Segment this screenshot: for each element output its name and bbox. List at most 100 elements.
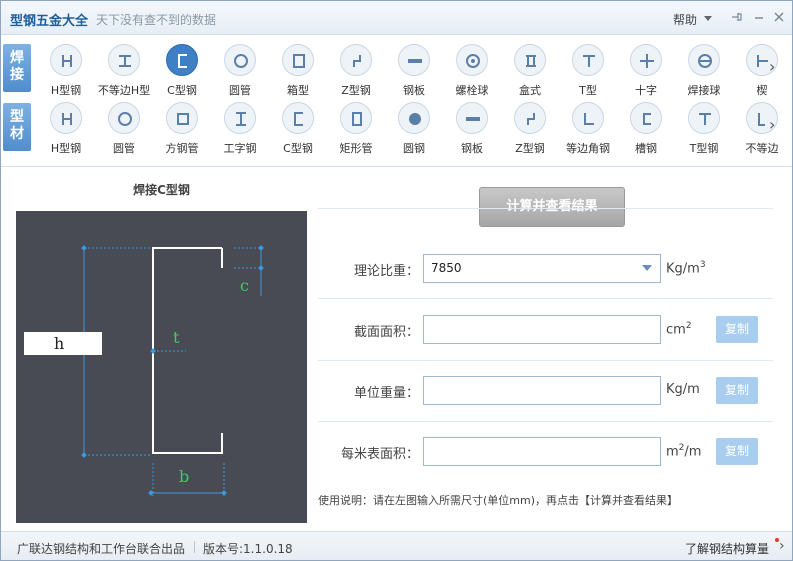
tool-equal-angle[interactable]: 等边角钢 [559,102,617,158]
profile-category-tab[interactable]: 型 材 [3,103,31,151]
tool-unequal-h[interactable]: 不等边H型 [95,44,153,100]
profile-scroll-right-icon[interactable]: › [769,115,781,134]
i-beam-icon [224,102,256,134]
tool-h-beam[interactable]: H型钢 [37,102,95,158]
close-icon[interactable] [772,11,786,25]
box-type-icon [514,44,546,76]
surface-area-field[interactable] [423,437,661,466]
tool-z-section[interactable]: Z型钢 [501,102,559,158]
tool-square-tube[interactable]: 方钢管 [153,102,211,158]
divider [318,298,773,299]
tool-cross-section[interactable]: 十字 [617,44,675,100]
box-section-icon [282,44,314,76]
square-tube-icon [166,102,198,134]
app-slogan: 天下没有查不到的数据 [96,13,217,27]
tool-steel-plate[interactable]: 钢板 [385,44,443,100]
chevron-down-icon[interactable] [704,16,712,21]
tool-label: 不等边 [745,142,779,155]
chevron-down-icon[interactable] [642,265,652,271]
calculate-button[interactable]: 计算并查看结果 [479,187,625,227]
tool-box-type[interactable]: 盒式 [501,44,559,100]
round-tube-icon [108,102,140,134]
section-toolbar: 焊 接 型 材 H型钢 不等边H型 C型钢 圆管 箱型 Z型钢 钢板 螺栓球 盒式 T型 十字 焊接球… [1,36,792,167]
tool-z-section[interactable]: Z型钢 [327,44,385,100]
welded-tag-char-2: 接 [10,67,24,83]
z-section-icon [514,102,546,134]
app-window: 型钢五金大全 天下没有查不到的数据 帮助 焊 接 型 材 H型钢 不等边H型 C型钢… [0,0,793,561]
tool-round-tube[interactable]: 圆管 [95,102,153,158]
divider [318,208,773,209]
version-text: 版本号:1.1.0.18 [203,542,293,556]
pin-icon[interactable] [730,11,744,25]
steel-plate-icon [398,44,430,76]
tool-unequal-angle[interactable]: 不等边 [733,102,791,158]
copy-surface-button[interactable]: 复制 [716,438,758,465]
tool-bolt-ball[interactable]: 螺栓球 [443,44,501,100]
tool-label: 楔 [756,84,768,97]
tool-c-channel[interactable]: C型钢 [153,44,211,100]
tool-c-channel[interactable]: C型钢 [269,102,327,158]
density-select[interactable]: 7850 [423,254,661,283]
t-section-icon [572,44,604,76]
tool-rect-tube[interactable]: 矩形管 [327,102,385,158]
dim-b-label: b [179,467,189,486]
tool-t-section[interactable]: T型钢 [675,102,733,158]
usage-note: 使用说明：请在左图输入所需尺寸(单位mm)，再点击【计算并查看结果】 [318,494,679,507]
t-section-icon [688,102,720,134]
unequal-h-icon [108,44,140,76]
status-bar: 广联达钢结构和工作台联合出品 版本号:1.1.0.18 了解钢结构算量 › [1,531,792,560]
welded-tag-char-1: 焊 [10,50,24,66]
tool-t-section[interactable]: T型 [559,44,617,100]
cross-section-icon [630,44,662,76]
unit-weight-field[interactable] [423,376,661,405]
unit-weight-unit: Kg/m [666,382,700,397]
divider [318,421,773,422]
tool-wedge[interactable]: 楔 [733,44,791,100]
area-field[interactable] [423,315,661,344]
channel-icon [630,102,662,134]
welded-ball-icon [688,44,720,76]
unit-weight-label: 单位重量： [353,386,419,401]
title-bar: 型钢五金大全 天下没有查不到的数据 帮助 [1,1,792,35]
dim-c-label: c [240,276,249,295]
welded-category-tab[interactable]: 焊 接 [3,44,31,92]
tool-round-bar[interactable]: 圆钢 [385,102,443,158]
section-title: 焊接C型钢 [133,183,190,197]
rect-tube-icon [340,102,372,134]
tool-i-beam[interactable]: 工字钢 [211,102,269,158]
chevron-right-icon[interactable]: › [779,538,785,554]
tool-welded-ball[interactable]: 焊接球 [675,44,733,100]
c-channel-icon [282,102,314,134]
round-bar-icon [398,102,430,134]
copy-weight-button[interactable]: 复制 [716,377,758,404]
c-channel-icon [166,44,198,76]
h-dimension-input[interactable]: h [24,332,102,355]
tool-steel-plate[interactable]: 钢板 [443,102,501,158]
density-label: 理论比重： [353,264,419,279]
divider [318,360,773,361]
tool-round-tube[interactable]: 圆管 [211,44,269,100]
z-section-icon [340,44,372,76]
tool-h-beam[interactable]: H型钢 [37,44,95,100]
tool-channel[interactable]: 槽钢 [617,102,675,158]
minimize-icon[interactable] [752,11,766,25]
h-beam-icon [50,44,82,76]
copy-area-button[interactable]: 复制 [716,316,758,343]
app-title: 型钢五金大全 [10,14,89,29]
learn-more-link[interactable]: 了解钢结构算量 [685,540,769,557]
area-label: 截面面积： [353,325,419,340]
help-menu[interactable]: 帮助 [673,11,697,28]
profile-tag-char-1: 型 [10,109,24,125]
section-diagram: c t b [16,211,307,523]
surface-area-label: 每米表面积： [340,447,419,462]
welded-scroll-right-icon[interactable]: › [769,57,781,76]
round-tube-icon [224,44,256,76]
bolt-ball-icon [456,44,488,76]
tool-box-section[interactable]: 箱型 [269,44,327,100]
c-channel-drawing: c t b [81,245,264,496]
h-beam-icon [50,102,82,134]
dim-t-label: t [173,328,180,347]
credit-text: 广联达钢结构和工作台联合出品 [17,542,186,556]
steel-plate-icon [456,102,488,134]
area-unit: cm2 [666,321,692,338]
